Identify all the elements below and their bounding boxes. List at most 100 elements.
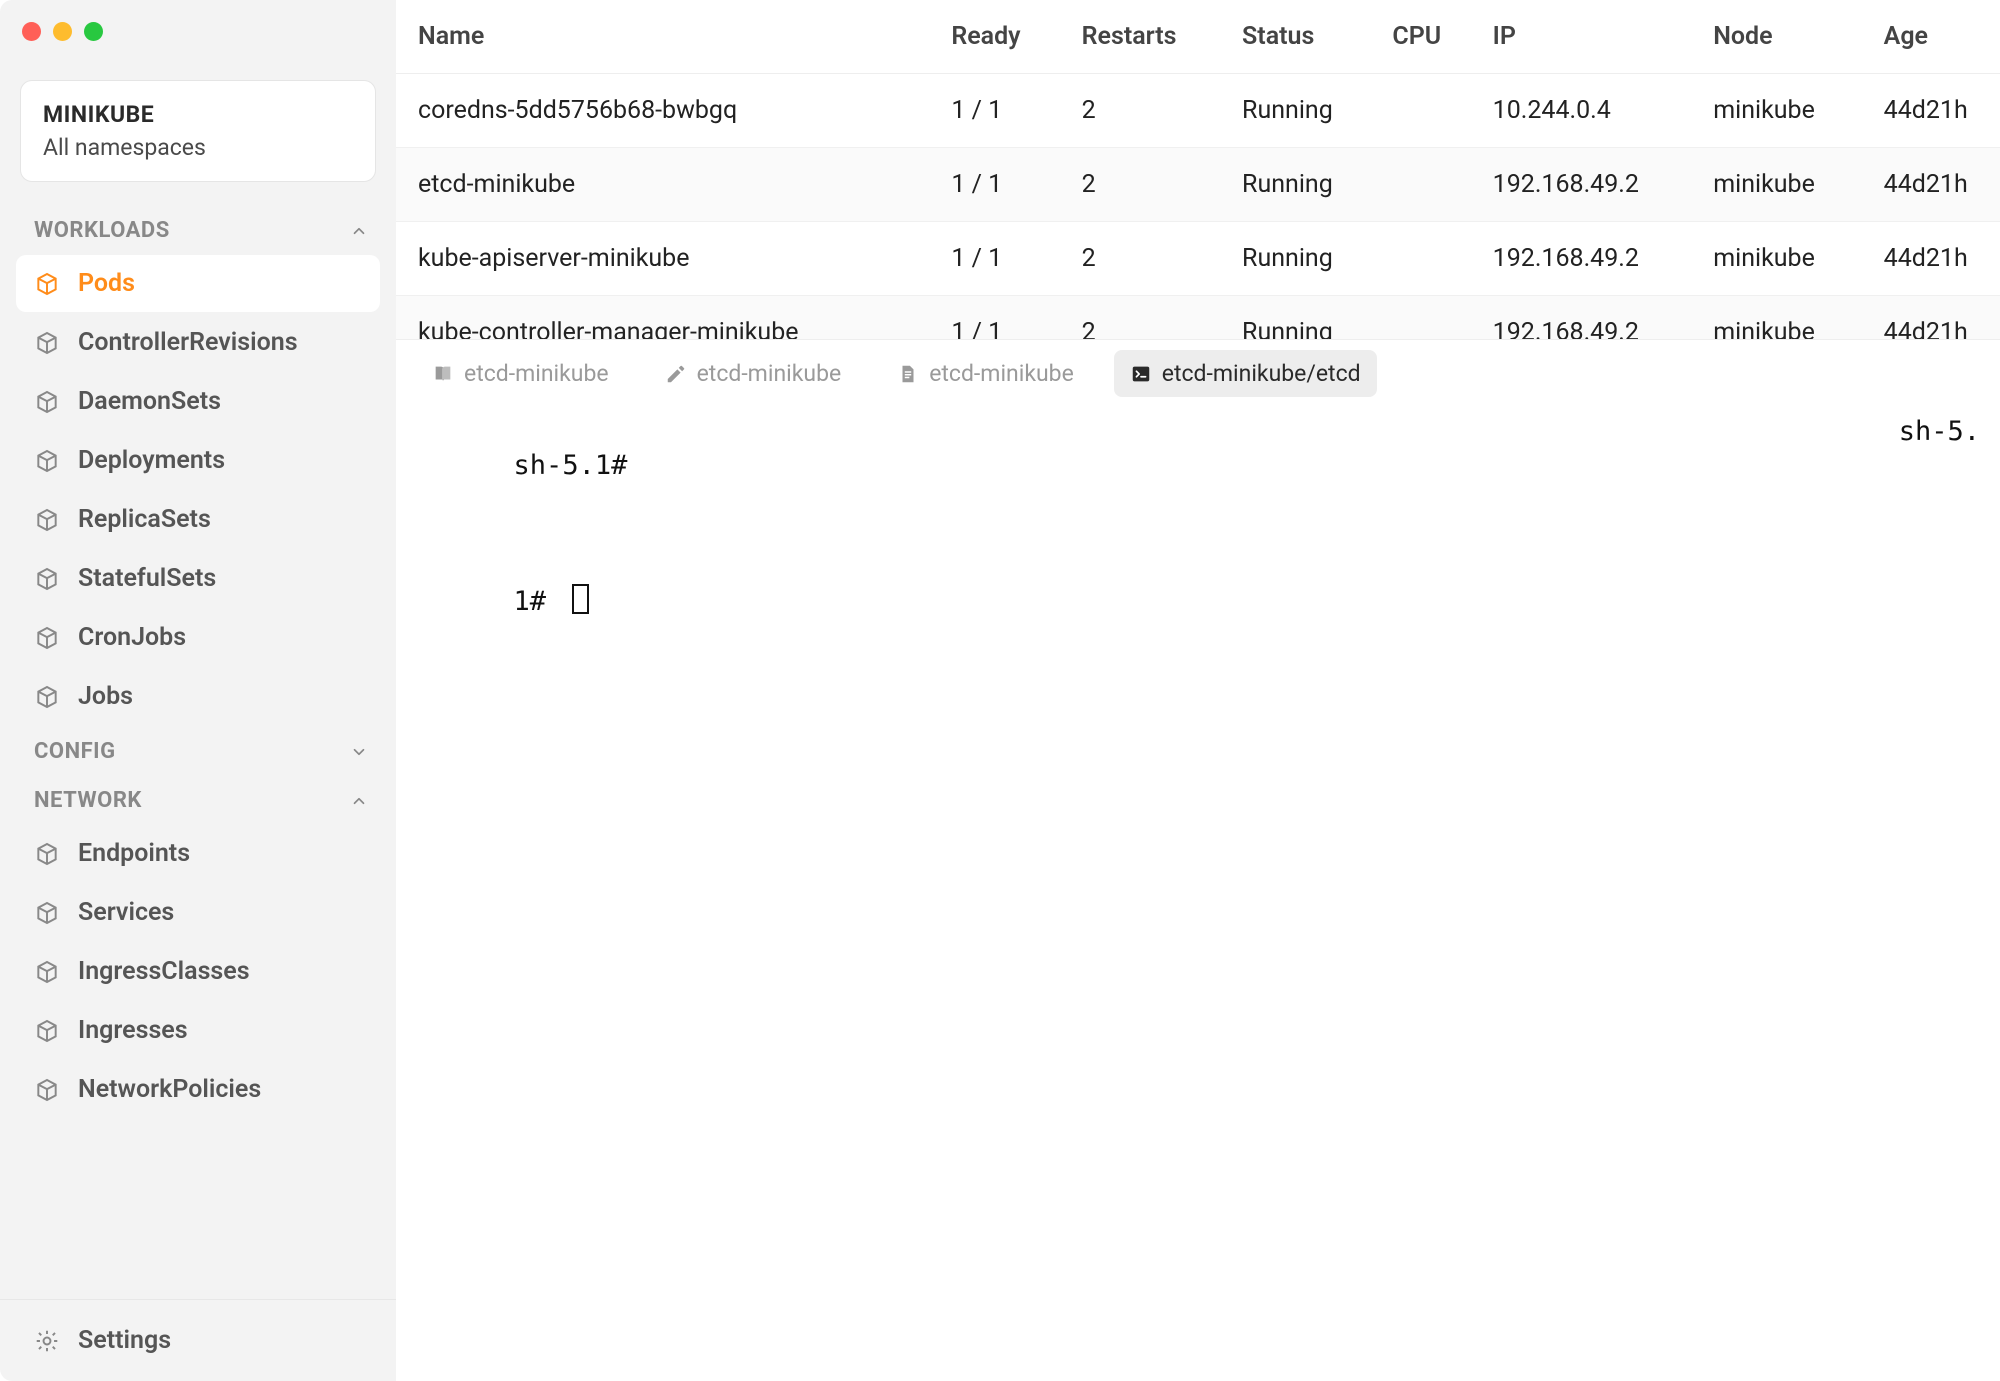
settings-button[interactable]: Settings (0, 1299, 396, 1381)
cube-icon (34, 271, 60, 297)
sidebar-item-label: Jobs (78, 682, 133, 711)
cell-restarts: 2 (1068, 74, 1228, 148)
doc-icon (897, 363, 919, 385)
terminal-prompt: 1# (514, 586, 563, 617)
sidebar-item-label: Endpoints (78, 839, 190, 868)
cell-status: Running (1228, 296, 1378, 341)
cell-node: minikube (1699, 222, 1869, 296)
detail-tab[interactable]: etcd-minikube (881, 350, 1090, 397)
sidebar-item-networkpolicies[interactable]: NetworkPolicies (16, 1061, 380, 1118)
app-window: MINIKUBE All namespaces WORKLOADS Pods Co… (0, 0, 2000, 1381)
terminal-cursor (572, 584, 589, 614)
sidebar-item-label: ReplicaSets (78, 505, 211, 534)
window-controls (22, 22, 103, 41)
maximize-window-button[interactable] (84, 22, 103, 41)
sidebar-item-label: Ingresses (78, 1016, 188, 1045)
col-header-cpu[interactable]: CPU (1378, 0, 1478, 74)
col-header-status[interactable]: Status (1228, 0, 1378, 74)
col-header-ip[interactable]: IP (1479, 0, 1700, 74)
sidebar-item-jobs[interactable]: Jobs (16, 668, 380, 725)
chevron-up-icon (350, 222, 368, 240)
sidebar-item-endpoints[interactable]: Endpoints (16, 825, 380, 882)
cube-icon (34, 330, 60, 356)
sidebar-item-daemonsets[interactable]: DaemonSets (16, 373, 380, 430)
sidebar-item-label: DaemonSets (78, 387, 221, 416)
cell-age: 44d21h (1870, 222, 2000, 296)
table-row[interactable]: kube-controller-manager-minikube1 / 12Ru… (396, 296, 2000, 341)
section-workloads[interactable]: WORKLOADS (0, 206, 396, 255)
cell-ip: 192.168.49.2 (1479, 296, 1700, 341)
chevron-down-icon (350, 743, 368, 761)
cube-icon (34, 959, 60, 985)
cell-age: 44d21h (1870, 296, 2000, 341)
section-label: CONFIG (34, 739, 116, 764)
pods-table: Name Ready Restarts Status CPU IP Node A… (396, 0, 2000, 340)
cell-restarts: 2 (1068, 222, 1228, 296)
cell-ip: 192.168.49.2 (1479, 222, 1700, 296)
cell-restarts: 2 (1068, 148, 1228, 222)
cube-icon (34, 507, 60, 533)
cell-node: minikube (1699, 296, 1869, 341)
table-row[interactable]: kube-apiserver-minikube1 / 12Running192.… (396, 222, 2000, 296)
cube-icon (34, 1018, 60, 1044)
pods-table-container: Name Ready Restarts Status CPU IP Node A… (396, 0, 2000, 340)
cube-icon (34, 448, 60, 474)
table-row[interactable]: coredns-5dd5756b68-bwbgq1 / 12Running10.… (396, 74, 2000, 148)
close-window-button[interactable] (22, 22, 41, 41)
settings-label: Settings (78, 1326, 171, 1355)
cell-name: etcd-minikube (396, 148, 937, 222)
cell-ready: 1 / 1 (937, 296, 1067, 341)
cell-name: coredns-5dd5756b68-bwbgq (396, 74, 937, 148)
minimize-window-button[interactable] (53, 22, 72, 41)
table-row[interactable]: etcd-minikube1 / 12Running192.168.49.2mi… (396, 148, 2000, 222)
col-header-ready[interactable]: Ready (937, 0, 1067, 74)
cell-cpu (1378, 148, 1478, 222)
cell-ready: 1 / 1 (937, 74, 1067, 148)
tab-label: etcd-minikube (929, 360, 1074, 387)
detail-tab[interactable]: etcd-minikube (416, 350, 625, 397)
detail-tab[interactable]: etcd-minikube/etcd (1114, 350, 1377, 397)
book-icon (432, 363, 454, 385)
cell-restarts: 2 (1068, 296, 1228, 341)
col-header-name[interactable]: Name (396, 0, 937, 74)
sidebar-item-replicasets[interactable]: ReplicaSets (16, 491, 380, 548)
cell-cpu (1378, 222, 1478, 296)
sidebar-item-statefulsets[interactable]: StatefulSets (16, 550, 380, 607)
col-header-age[interactable]: Age (1870, 0, 2000, 74)
context-selector[interactable]: MINIKUBE All namespaces (20, 80, 376, 182)
chevron-up-icon (350, 792, 368, 810)
sidebar-item-cronjobs[interactable]: CronJobs (16, 609, 380, 666)
cell-ip: 10.244.0.4 (1479, 74, 1700, 148)
sidebar-item-label: IngressClasses (78, 957, 250, 986)
cell-ready: 1 / 1 (937, 222, 1067, 296)
gear-icon (34, 1328, 60, 1354)
sidebar-item-ingresses[interactable]: Ingresses (16, 1002, 380, 1059)
section-config[interactable]: CONFIG (0, 727, 396, 776)
terminal-line: sh-5.1# (514, 450, 628, 481)
detail-tab[interactable]: etcd-minikube (649, 350, 858, 397)
sidebar-item-ingressclasses[interactable]: IngressClasses (16, 943, 380, 1000)
sidebar-item-label: ControllerRevisions (78, 328, 298, 357)
sidebar-item-label: Deployments (78, 446, 225, 475)
sidebar-item-label: CronJobs (78, 623, 186, 652)
cube-icon (34, 389, 60, 415)
cube-icon (34, 900, 60, 926)
sidebar-item-deployments[interactable]: Deployments (16, 432, 380, 489)
cell-age: 44d21h (1870, 148, 2000, 222)
sidebar-item-controllerrevisions[interactable]: ControllerRevisions (16, 314, 380, 371)
section-label: WORKLOADS (34, 218, 170, 243)
namespace-label: All namespaces (43, 134, 353, 161)
cube-icon (34, 1077, 60, 1103)
sidebar-item-label: Pods (78, 269, 135, 298)
sidebar-item-pods[interactable]: Pods (16, 255, 380, 312)
col-header-node[interactable]: Node (1699, 0, 1869, 74)
section-network[interactable]: NETWORK (0, 776, 396, 825)
cell-name: kube-controller-manager-minikube (396, 296, 937, 341)
terminal-panel[interactable]: sh-5.1# sh-5. 1# (396, 407, 2000, 1381)
col-header-restarts[interactable]: Restarts (1068, 0, 1228, 74)
cube-icon (34, 841, 60, 867)
cell-node: minikube (1699, 74, 1869, 148)
sidebar-item-services[interactable]: Services (16, 884, 380, 941)
main-content: Name Ready Restarts Status CPU IP Node A… (396, 0, 2000, 1381)
cube-icon (34, 684, 60, 710)
